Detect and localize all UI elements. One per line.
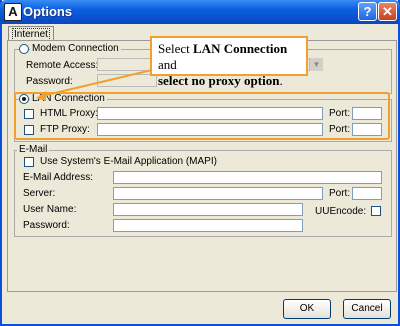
options-dialog: A Options ? ✕ Internet Modem Connection … [0, 0, 400, 326]
callout-arrow-icon [36, 69, 153, 101]
ok-button[interactable]: OK [283, 299, 331, 319]
cancel-button[interactable]: Cancel [343, 299, 391, 319]
